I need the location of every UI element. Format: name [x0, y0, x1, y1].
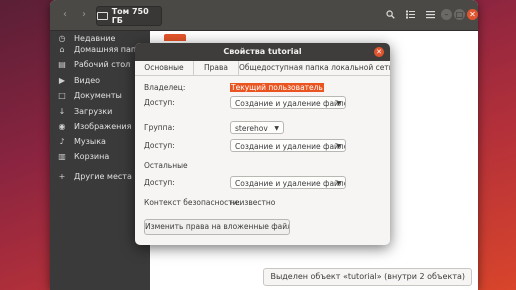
back-button[interactable]: ‹	[56, 7, 74, 23]
drive-icon	[97, 12, 108, 20]
others-access-label: Доступ:	[144, 178, 175, 187]
dropdown-arrow-icon: ▼	[336, 180, 341, 187]
list-view-icon	[405, 10, 415, 19]
dropdown-arrow-icon: ▼	[336, 143, 341, 150]
group-value: sterehov	[235, 124, 268, 133]
group-access-value: Создание и удаление файлов	[235, 142, 346, 151]
dialog-close-button[interactable]: ✕	[374, 47, 384, 57]
location-label: Том 750 ГБ	[111, 7, 149, 25]
hamburger-icon	[425, 11, 435, 19]
window-close-button[interactable]: ✕	[467, 9, 478, 20]
folder-icon[interactable]	[164, 34, 186, 41]
status-bar: Выделен объект «tutorial» (внутри 2 объе…	[263, 268, 472, 286]
sidebar-item-label: Документы	[74, 90, 122, 100]
sidebar-item-label: Видео	[74, 75, 101, 85]
plus-icon: +	[58, 171, 66, 181]
security-context-value: неизвестно	[230, 198, 276, 207]
group-access-label: Доступ:	[144, 141, 175, 150]
document-icon: □	[58, 90, 66, 100]
video-icon: ▶	[58, 75, 66, 85]
sidebar-item-label: Корзина	[74, 151, 110, 161]
dialog-title: Свойства tutorial	[135, 43, 390, 61]
download-icon: ↓	[58, 106, 66, 116]
group-access-select[interactable]: Создание и удаление файлов ▼	[230, 139, 346, 152]
forward-button[interactable]: ›	[76, 7, 92, 23]
change-permissions-enclosed-button[interactable]: Изменить права на вложенные файлы...	[144, 219, 290, 235]
group-select[interactable]: sterehov ▼	[230, 121, 284, 134]
sidebar-item-label: Загрузки	[74, 106, 113, 116]
music-icon: ♪	[59, 136, 65, 146]
dropdown-arrow-icon: ▼	[274, 125, 279, 132]
trash-icon: ▥	[58, 151, 66, 161]
minimize-button[interactable]: –	[441, 9, 452, 20]
menu-button[interactable]	[422, 7, 438, 23]
properties-dialog: Свойства tutorial ✕ Основные Права Общед…	[135, 43, 390, 245]
tab-permissions[interactable]: Права	[194, 61, 239, 75]
security-context-label: Контекст безопасности:	[144, 198, 241, 207]
others-access-value: Создание и удаление файлов	[235, 179, 346, 188]
owner-access-select[interactable]: Создание и удаление файлов ▼	[230, 96, 346, 109]
maximize-button[interactable]: □	[454, 9, 465, 20]
owner-value: Текущий пользователь	[230, 83, 324, 92]
dropdown-arrow-icon: ▼	[336, 100, 341, 107]
tab-local-network-share[interactable]: Общедоступная папка локальной сети	[239, 61, 390, 75]
sidebar-item-label: Музыка	[74, 136, 106, 146]
sidebar-item-label: Другие места	[74, 171, 132, 181]
others-heading: Остальные	[144, 161, 188, 170]
tab-basic[interactable]: Основные	[135, 61, 194, 75]
sidebar-item-label: Рабочий стол	[74, 59, 131, 69]
search-icon	[385, 10, 395, 19]
dialog-tabs: Основные Права Общедоступная папка локал…	[135, 61, 390, 76]
view-options-button[interactable]	[402, 7, 418, 23]
camera-icon: ◉	[58, 121, 66, 131]
owner-access-label: Доступ:	[144, 98, 175, 107]
desktop-icon: ▤	[58, 59, 66, 69]
search-button[interactable]	[382, 7, 398, 23]
header-bar: ‹ › Том 750 ГБ – □ ✕	[50, 0, 478, 31]
home-icon: ⌂	[59, 44, 65, 54]
path-bar-button[interactable]: Том 750 ГБ	[96, 6, 162, 26]
sidebar-item-label: Изображения	[74, 121, 132, 131]
owner-label: Владелец:	[144, 83, 186, 92]
group-label: Группа:	[144, 123, 175, 132]
owner-access-value: Создание и удаление файлов	[235, 99, 346, 108]
others-access-select[interactable]: Создание и удаление файлов ▼	[230, 176, 346, 189]
